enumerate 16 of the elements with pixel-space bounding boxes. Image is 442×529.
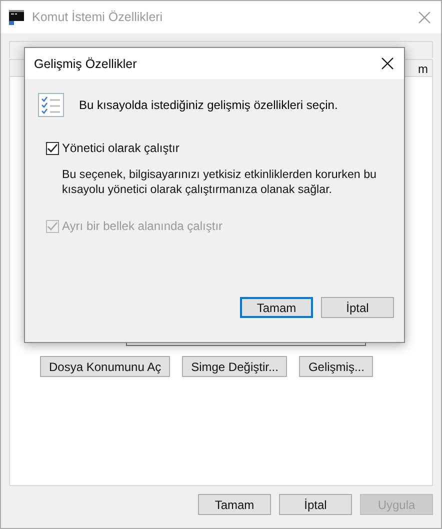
panel-button[interactable]: Simge Değiştir... xyxy=(182,356,288,377)
dialog-button[interactable]: İptal xyxy=(321,297,394,318)
checkbox[interactable] xyxy=(46,142,59,154)
dialog-button[interactable]: Tamam xyxy=(240,297,313,318)
dialog-button[interactable]: İptal xyxy=(279,494,352,515)
checkbox-label[interactable]: Yönetici olarak çalıştır xyxy=(62,141,180,155)
close-icon[interactable] xyxy=(381,57,394,70)
panel-button[interactable]: Gelişmiş... xyxy=(299,356,374,377)
dialog-button[interactable]: Tamam xyxy=(198,494,271,515)
window-title: Komut İstemi Özellikleri xyxy=(32,10,164,24)
checklist-icon xyxy=(38,93,64,117)
option-description: Bu seçenek, bilgisayarınızı yetkisiz etkinliklerden korurken bu kısayolu yönetici olarak çalıştırmanıza olanak sağlar. xyxy=(62,167,378,197)
console-icon xyxy=(9,9,25,25)
dialog-title: Gelişmiş Özellikler xyxy=(34,56,138,70)
intro-text: Bu kısayolda istediğiniz gelişmiş özellikleri seçin. xyxy=(79,98,338,112)
panel-button[interactable]: Dosya Konumunu Aç xyxy=(40,356,170,377)
